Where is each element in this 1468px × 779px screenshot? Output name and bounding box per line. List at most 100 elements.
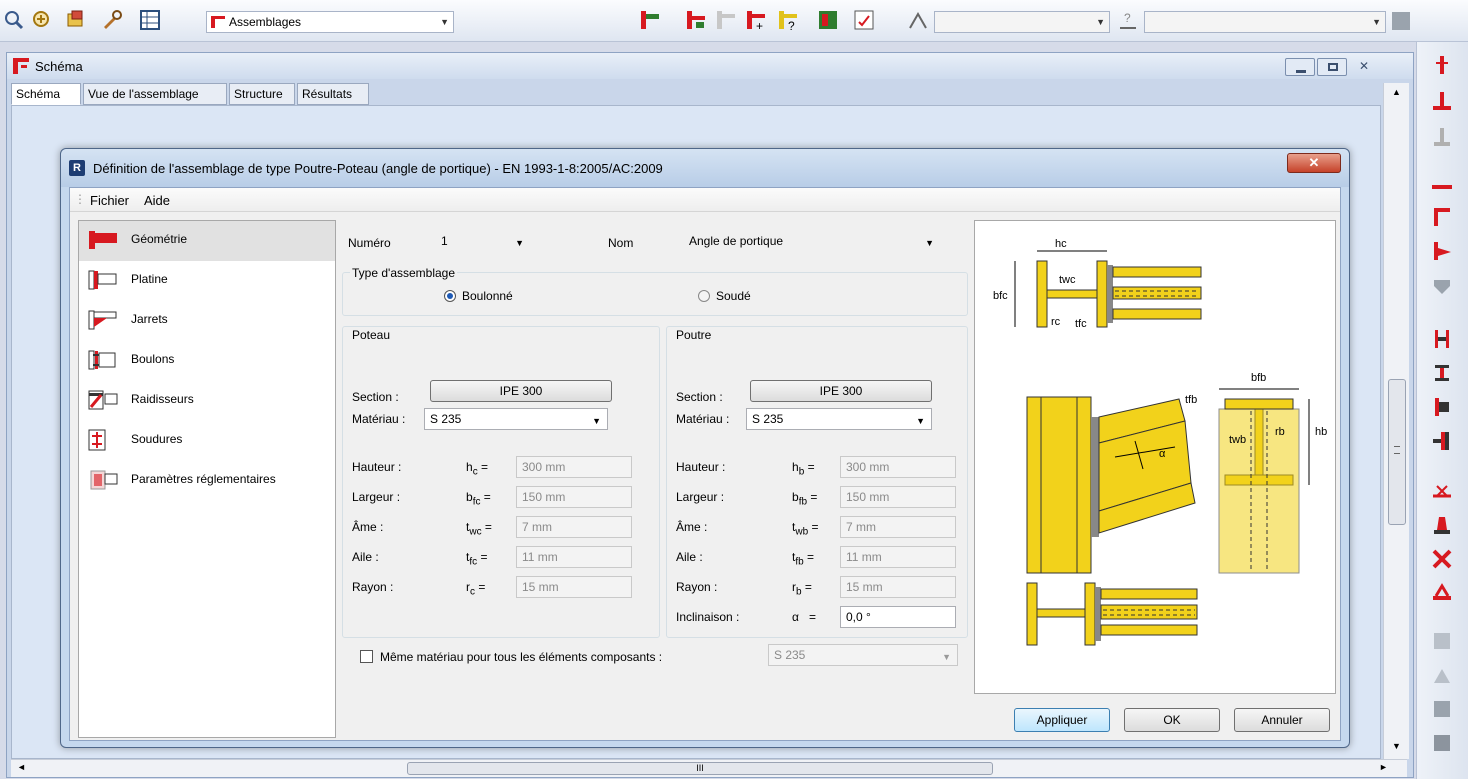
truss-node-icon[interactable]	[1431, 582, 1453, 604]
beam-column-connection-icon[interactable]	[638, 8, 662, 32]
svg-text:+: +	[756, 19, 763, 32]
tab-structure[interactable]: Structure	[229, 83, 295, 105]
add-connection-icon[interactable]: +	[744, 8, 768, 32]
connection-results-icon[interactable]	[816, 8, 840, 32]
radio-soude-label: Soudé	[716, 289, 751, 303]
poteau-hauteur-field: 300 mm	[516, 456, 632, 478]
tab-resultats[interactable]: Résultats	[297, 83, 369, 105]
connection-icon	[211, 16, 225, 28]
report-icon[interactable]	[852, 8, 876, 32]
pinned-base-icon[interactable]	[1431, 126, 1453, 148]
beam-column-icon[interactable]	[1431, 240, 1453, 262]
web-connection-icon[interactable]	[1431, 430, 1453, 452]
flange-connection-icon[interactable]	[1431, 396, 1453, 418]
restore-button[interactable]	[1317, 58, 1347, 76]
nav-item-boulons[interactable]: Boulons	[79, 341, 335, 381]
combination-combo[interactable]: ▼	[1144, 11, 1386, 33]
poteau-section-button[interactable]: IPE 300	[430, 380, 612, 402]
load-case-combo[interactable]: ▼	[934, 11, 1110, 33]
numero-combo[interactable]: 1 ▼	[436, 231, 530, 253]
nav-item-label: Boulons	[131, 352, 175, 366]
table-icon[interactable]	[138, 8, 162, 32]
nom-value: Angle de portique	[689, 234, 784, 248]
poteau-material-label: Matériau :	[352, 412, 406, 426]
numero-value: 1	[441, 234, 448, 248]
same-material-checkbox[interactable]	[360, 650, 373, 663]
label-tfb: tfb	[1185, 394, 1197, 406]
nav-item-soudures[interactable]: Soudures	[79, 421, 335, 461]
poutre-section-button[interactable]: IPE 300	[750, 380, 932, 402]
edit-connection-icon[interactable]	[714, 8, 738, 32]
connection-diagram: hc bfc twc tfc rc α bfb tfb twb rb hb	[974, 220, 1336, 694]
ok-button[interactable]: OK	[1124, 708, 1220, 732]
cancel-button[interactable]: Annuler	[1234, 708, 1330, 732]
close-icon[interactable]: ✕	[1349, 58, 1379, 76]
nav-item-jarrets[interactable]: Jarrets	[79, 301, 335, 341]
tube-base-icon[interactable]	[1431, 514, 1453, 536]
apply-button[interactable]: Appliquer	[1014, 708, 1110, 732]
vertical-scroll-thumb[interactable]	[1388, 379, 1406, 525]
nom-combo[interactable]: Angle de portique ▼	[684, 231, 940, 253]
vertical-scrollbar[interactable]: ▲ ▼	[1383, 83, 1409, 759]
scroll-right-icon[interactable]: ►	[1379, 762, 1388, 772]
label-tfc: tfc	[1075, 318, 1087, 330]
column-base-icon[interactable]	[684, 8, 708, 32]
toolbar-end-icon[interactable]	[1392, 12, 1410, 30]
tab-vue-assemblage[interactable]: Vue de l'assemblage	[83, 83, 227, 105]
front-view: α	[1026, 396, 1196, 574]
same-material-combo: S 235 ▼	[768, 644, 958, 666]
horizontal-scroll-thumb[interactable]: III	[407, 762, 993, 775]
poutre-ame-field: 7 mm	[840, 516, 956, 538]
tube-cross-icon[interactable]	[1431, 548, 1453, 570]
poutre-title: Poutre	[676, 328, 712, 342]
poutre-material-combo[interactable]: S 235 ▼	[746, 408, 932, 430]
module-combo[interactable]: Assemblages ▼	[206, 11, 454, 33]
radio-boulonne[interactable]	[444, 290, 456, 302]
nav-item-raidisseurs[interactable]: Raidisseurs	[79, 381, 335, 421]
axes-icon[interactable]	[906, 8, 930, 32]
bracing-icon[interactable]	[1431, 480, 1453, 502]
menu-aide[interactable]: Aide	[144, 193, 170, 208]
minimize-button[interactable]	[1285, 58, 1315, 76]
same-material-label: Même matériau pour tous les éléments com…	[380, 650, 663, 664]
combination-icon[interactable]: ?	[1116, 8, 1140, 32]
nav-item-parametres[interactable]: Paramètres réglementaires	[79, 461, 335, 501]
base-plate-icon[interactable]	[1431, 90, 1453, 112]
gusset-icon[interactable]	[1431, 274, 1453, 296]
dialog-close-button[interactable]: ✕	[1287, 153, 1341, 173]
beam-beam-icon[interactable]	[1431, 362, 1453, 384]
poteau-aile-label: Aile :	[352, 550, 379, 564]
zoom-icon[interactable]	[2, 8, 26, 32]
scroll-left-icon[interactable]: ◄	[17, 762, 26, 772]
open-connection-icon[interactable]	[1431, 630, 1453, 652]
delete-connection-icon[interactable]	[1431, 732, 1453, 754]
nav-item-platine[interactable]: Platine	[79, 261, 335, 301]
poutre-hauteur-field: 300 mm	[840, 456, 956, 478]
numero-label: Numéro	[348, 236, 391, 250]
scroll-up-icon[interactable]: ▲	[1392, 87, 1401, 97]
menu-fichier[interactable]: Fichier	[90, 193, 129, 208]
view-3d-icon[interactable]	[64, 8, 88, 32]
radio-soude[interactable]	[698, 290, 710, 302]
beam-splice-icon[interactable]	[1431, 176, 1453, 198]
connection-help-icon[interactable]: ?	[776, 8, 800, 32]
wrench-icon[interactable]	[100, 8, 124, 32]
schema-window-titlebar: Schéma ✕	[7, 53, 1413, 79]
stiffeners-icon	[88, 390, 118, 410]
poutre-aile-label: Aile :	[676, 550, 703, 564]
copy-connection-icon[interactable]	[1431, 664, 1453, 686]
frame-knee-icon[interactable]	[1431, 206, 1453, 228]
nav-item-geometrie[interactable]: Géométrie	[79, 221, 335, 261]
tab-schema[interactable]: Schéma	[11, 83, 81, 105]
zoom-window-icon[interactable]	[30, 8, 54, 32]
poutre-hb-symbol: hb =	[792, 460, 815, 478]
svg-text:?: ?	[1124, 11, 1131, 25]
poutre-inclinaison-input[interactable]: 0,0 °	[840, 606, 956, 628]
column-web-icon[interactable]	[1431, 328, 1453, 350]
column-connection-icon[interactable]	[1431, 54, 1453, 76]
horizontal-scrollbar[interactable]: ◄ III ►	[11, 759, 1407, 777]
connection-diagram-svg: hc bfc twc tfc rc α bfb tfb twb rb hb	[993, 238, 1327, 646]
scroll-down-icon[interactable]: ▼	[1392, 741, 1401, 751]
paste-connection-icon[interactable]	[1431, 698, 1453, 720]
poteau-material-combo[interactable]: S 235 ▼	[424, 408, 608, 430]
